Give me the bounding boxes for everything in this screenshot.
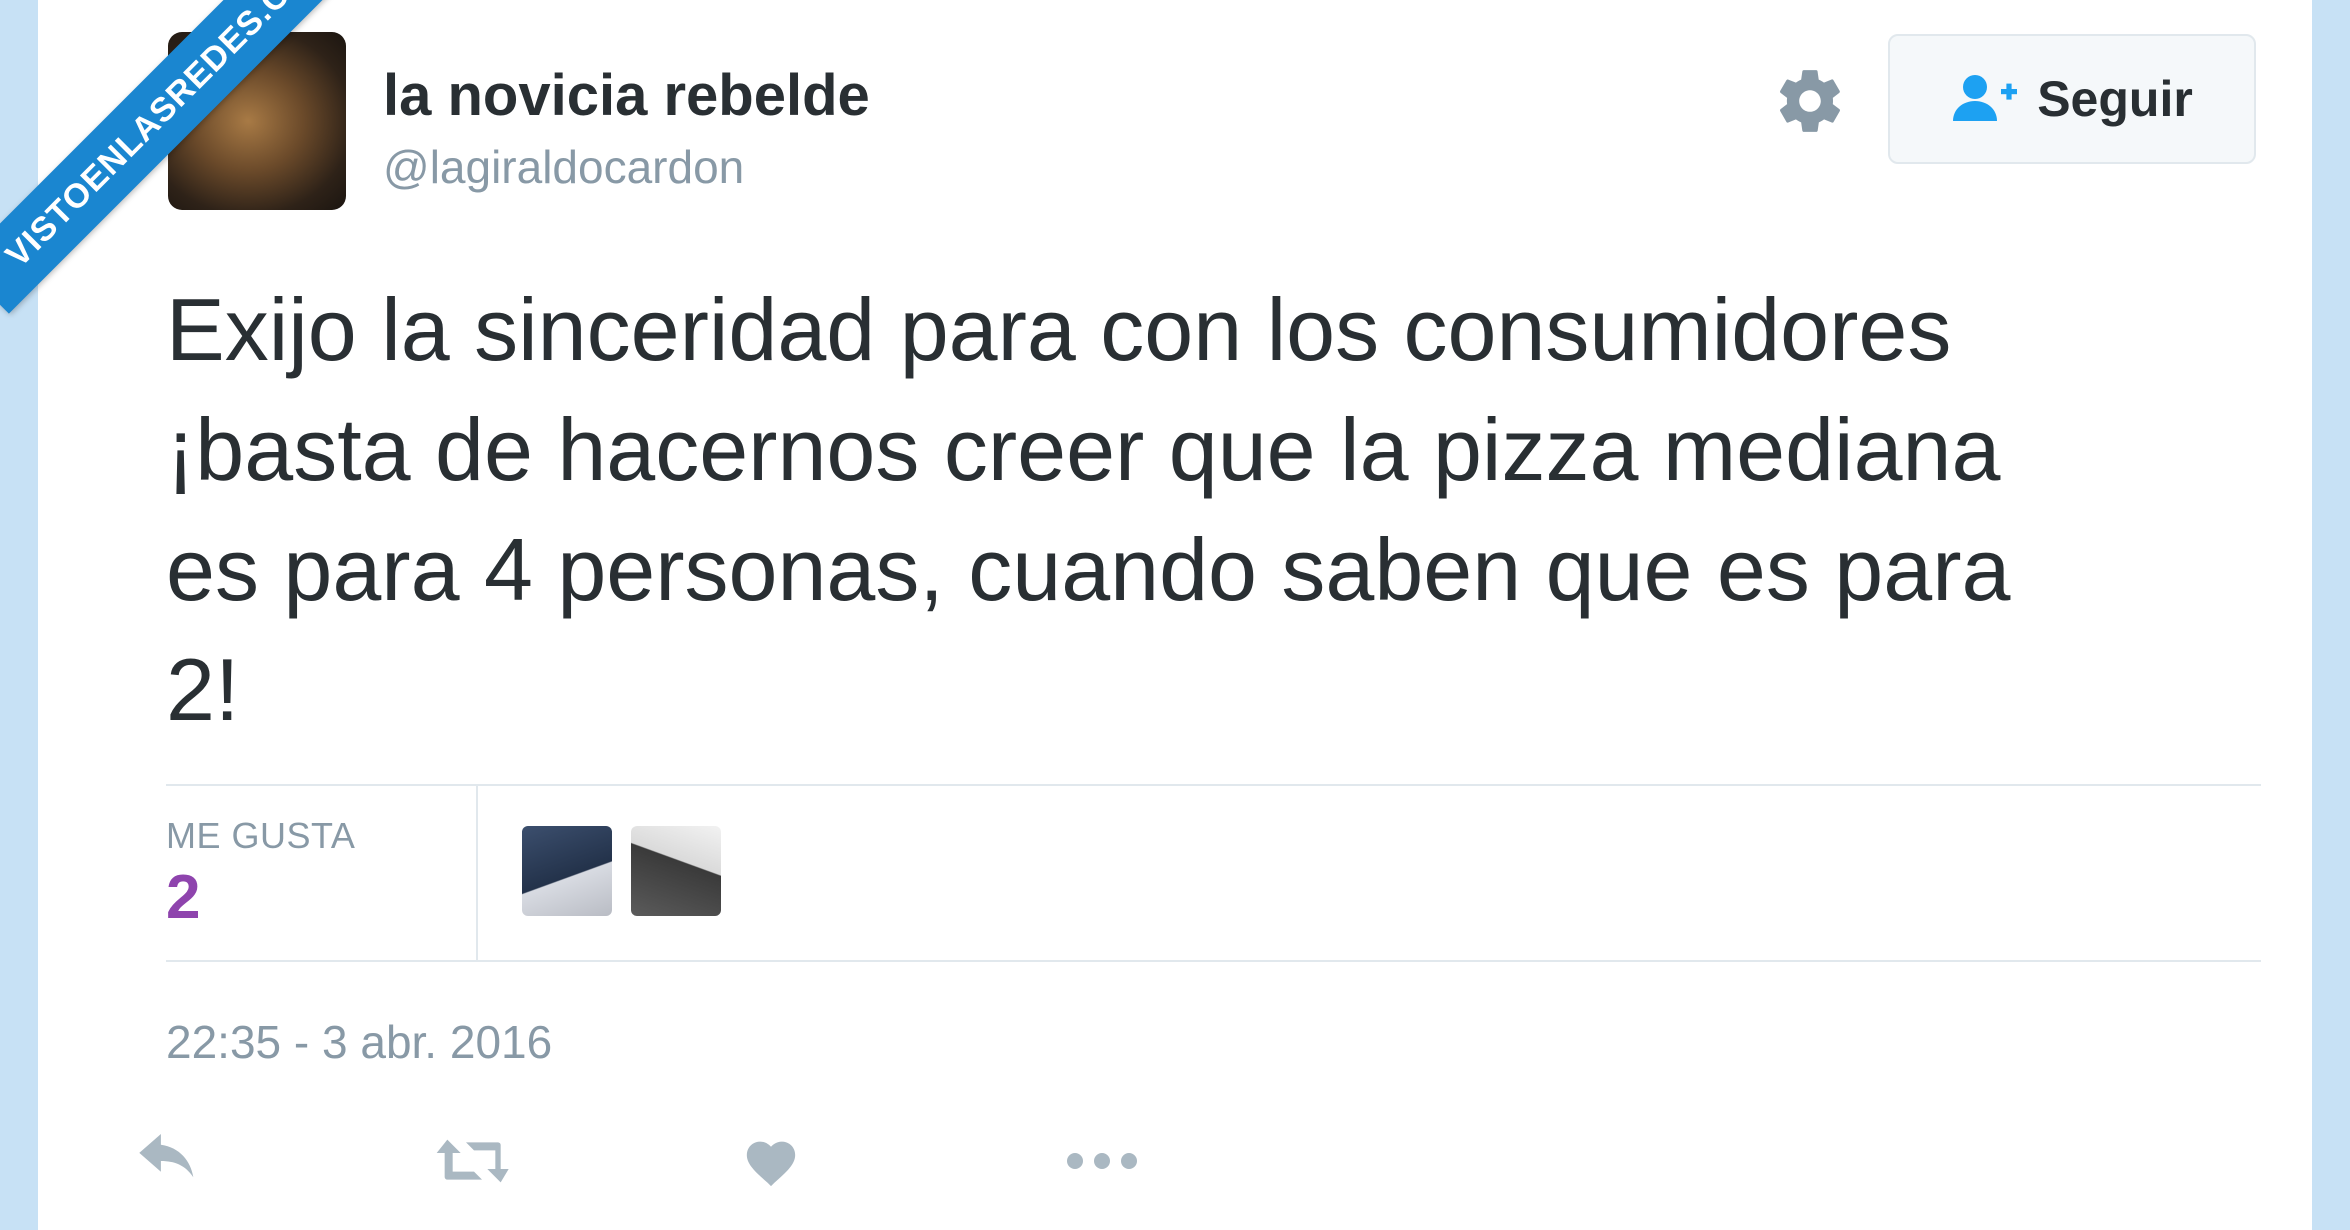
tweet-line: ¡basta de hacernos creer que la pizza me… bbox=[166, 400, 2001, 499]
retweet-button[interactable] bbox=[434, 1128, 514, 1198]
likes-label[interactable]: ME GUSTA bbox=[166, 815, 355, 857]
tweet-line: es para 4 personas, cuando saben que es … bbox=[166, 520, 2011, 619]
stats-vertical-divider bbox=[476, 786, 478, 960]
tweet-timestamp[interactable]: 22:35 - 3 abr. 2016 bbox=[166, 1015, 552, 1069]
stats-top-divider bbox=[166, 784, 2261, 786]
tweet-line: 2! bbox=[166, 640, 240, 739]
liker-avatar[interactable] bbox=[631, 826, 721, 916]
heart-icon bbox=[742, 1134, 800, 1193]
author-name[interactable]: la novicia rebelde bbox=[383, 62, 870, 129]
stats-bottom-divider bbox=[166, 960, 2261, 962]
add-user-icon bbox=[1951, 70, 2019, 129]
liker-avatar[interactable] bbox=[522, 826, 612, 916]
like-button[interactable] bbox=[742, 1128, 800, 1198]
author-handle[interactable]: @lagiraldocardon bbox=[383, 140, 744, 194]
tweet-line: Exijo la sinceridad para con los consumi… bbox=[166, 280, 1952, 379]
tweet-card: VISTOENLASREDES.COM la novicia rebelde @… bbox=[0, 0, 2312, 1230]
more-icon bbox=[1065, 1151, 1139, 1176]
reply-icon bbox=[136, 1133, 202, 1193]
gear-icon[interactable] bbox=[1773, 64, 1847, 138]
retweet-icon bbox=[434, 1134, 514, 1193]
follow-button[interactable]: Seguir bbox=[1888, 34, 2256, 164]
likes-count[interactable]: 2 bbox=[166, 862, 200, 933]
more-button[interactable] bbox=[1065, 1128, 1139, 1198]
tweet-text: Exijo la sinceridad para con los consumi… bbox=[166, 270, 2286, 750]
reply-button[interactable] bbox=[136, 1128, 202, 1198]
follow-label: Seguir bbox=[2037, 71, 2193, 127]
